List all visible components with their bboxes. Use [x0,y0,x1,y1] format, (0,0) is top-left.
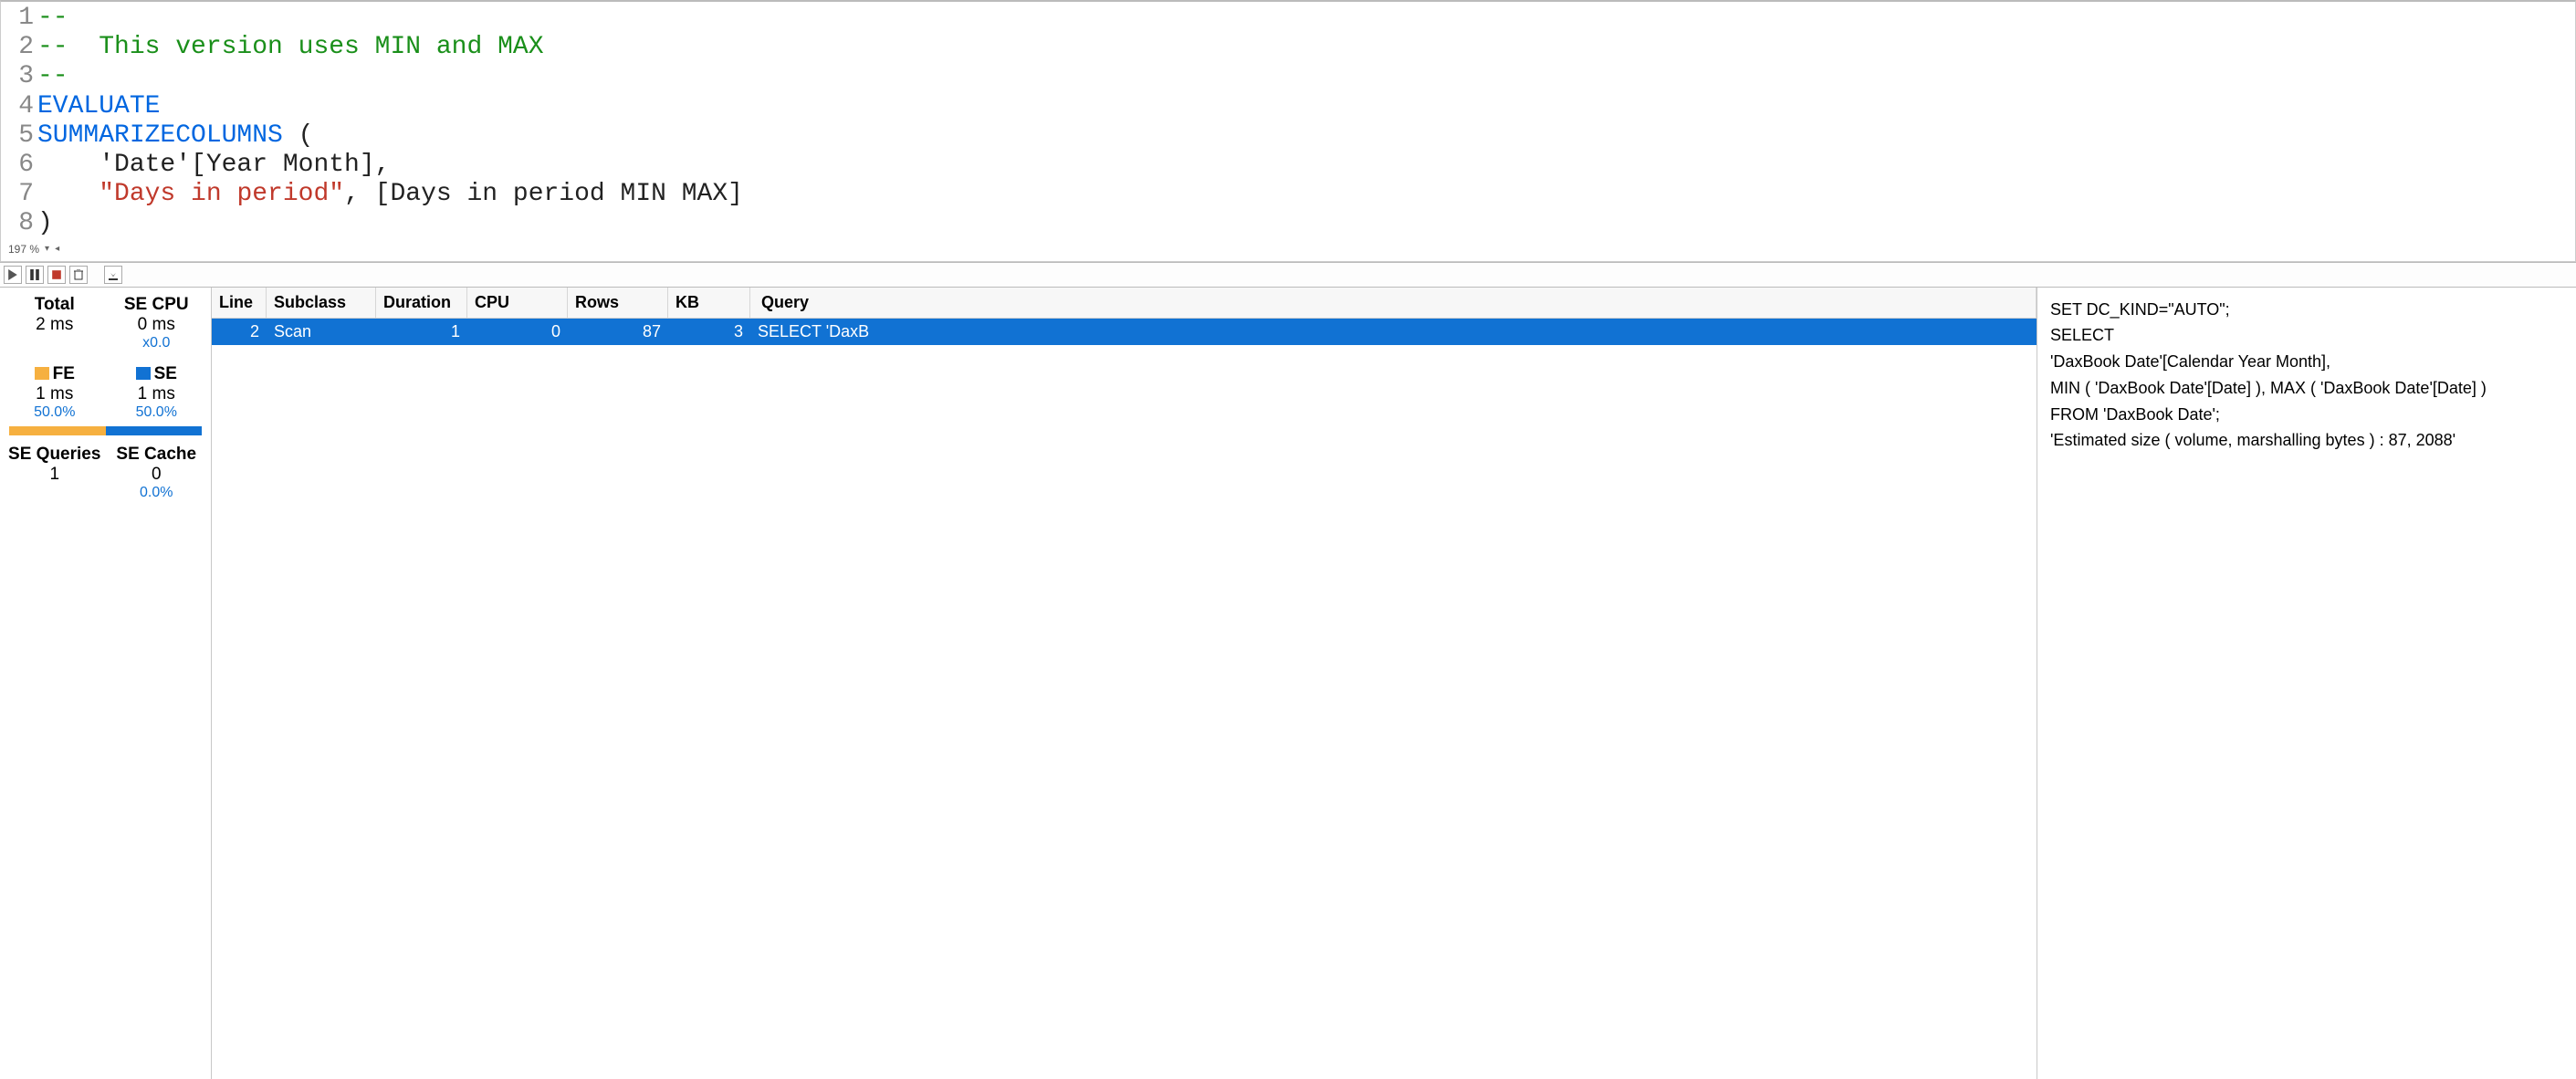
se-legend: SE [106,364,208,384]
col-header-query[interactable]: Query [750,288,2037,318]
zoom-dropdown-icon[interactable]: ▾ [45,244,49,254]
se-pct: 50.0% [106,404,208,421]
zoom-indicator[interactable]: 197 % ▾ ◂ [1,239,2575,259]
cell-subclass: Scan [267,319,376,345]
sequeries-label: SE Queries [4,445,106,465]
trace-events-grid[interactable]: Line Subclass Duration CPU Rows KB Query… [212,288,2037,1079]
fe-pct: 50.0% [4,404,106,421]
play-button[interactable] [4,266,22,284]
fe-value: 1 ms [4,384,106,404]
cell-line: 2 [212,319,267,345]
fe-color-swatch [35,367,49,380]
secache-pct: 0.0% [106,485,208,501]
code-content[interactable]: ---- This version uses MIN and MAX--EVAL… [37,4,2575,239]
secpu-label: SE CPU [106,295,208,315]
export-button[interactable] [104,266,122,284]
cell-cpu: 0 [467,319,568,345]
secache-value: 0 [106,465,208,485]
query-line: SET DC_KIND="AUTO"; [2050,297,2563,323]
col-header-duration[interactable]: Duration [376,288,467,318]
col-header-subclass[interactable]: Subclass [267,288,376,318]
grid-header-row: Line Subclass Duration CPU Rows KB Query [212,288,2037,319]
secpu-ratio: x0.0 [106,335,208,351]
query-line: SELECT [2050,322,2563,349]
se-value: 1 ms [106,384,208,404]
col-header-kb[interactable]: KB [668,288,750,318]
code-editor[interactable]: 12345678 ---- This version uses MIN and … [1,4,2575,239]
query-line: 'DaxBook Date'[Calendar Year Month], [2050,349,2563,375]
timings-pane: Total 2 ms SE CPU 0 ms x0.0 FE 1 ms 50.0… [0,288,212,1079]
se-color-swatch [136,367,151,380]
pause-button[interactable] [26,266,44,284]
secpu-value: 0 ms [106,315,208,335]
fe-legend: FE [4,364,106,384]
secache-label: SE Cache [106,445,208,465]
code-editor-pane: 12345678 ---- This version uses MIN and … [0,0,2576,262]
total-value: 2 ms [4,315,106,335]
se-label: SE [154,364,177,383]
se-bar-segment [106,426,203,435]
query-detail-pane[interactable]: SET DC_KIND="AUTO"; SELECT 'DaxBook Date… [2037,288,2576,1079]
line-number-gutter: 12345678 [1,4,37,239]
stop-button[interactable] [47,266,66,284]
total-label: Total [4,295,106,315]
clear-button[interactable] [69,266,88,284]
results-area: Total 2 ms SE CPU 0 ms x0.0 FE 1 ms 50.0… [0,288,2576,1079]
cell-kb: 3 [668,319,750,345]
query-line: FROM 'DaxBook Date'; [2050,402,2563,428]
cell-duration: 1 [376,319,467,345]
caret-left-icon[interactable]: ◂ [55,244,59,254]
query-line: 'Estimated size ( volume, marshalling by… [2050,427,2563,454]
table-row[interactable]: 2 Scan 1 0 87 3 SELECT 'DaxB [212,319,2037,345]
fe-bar-segment [9,426,106,435]
col-header-rows[interactable]: Rows [568,288,668,318]
cell-query: SELECT 'DaxB [750,319,2037,345]
col-header-line[interactable]: Line [212,288,267,318]
trace-toolbar [0,262,2576,288]
sequeries-value: 1 [4,465,106,485]
fe-se-bar [9,426,202,435]
cell-rows: 87 [568,319,668,345]
fe-label: FE [53,364,75,383]
zoom-value: 197 % [8,243,39,256]
query-line: MIN ( 'DaxBook Date'[Date] ), MAX ( 'Dax… [2050,375,2563,402]
col-header-cpu[interactable]: CPU [467,288,568,318]
